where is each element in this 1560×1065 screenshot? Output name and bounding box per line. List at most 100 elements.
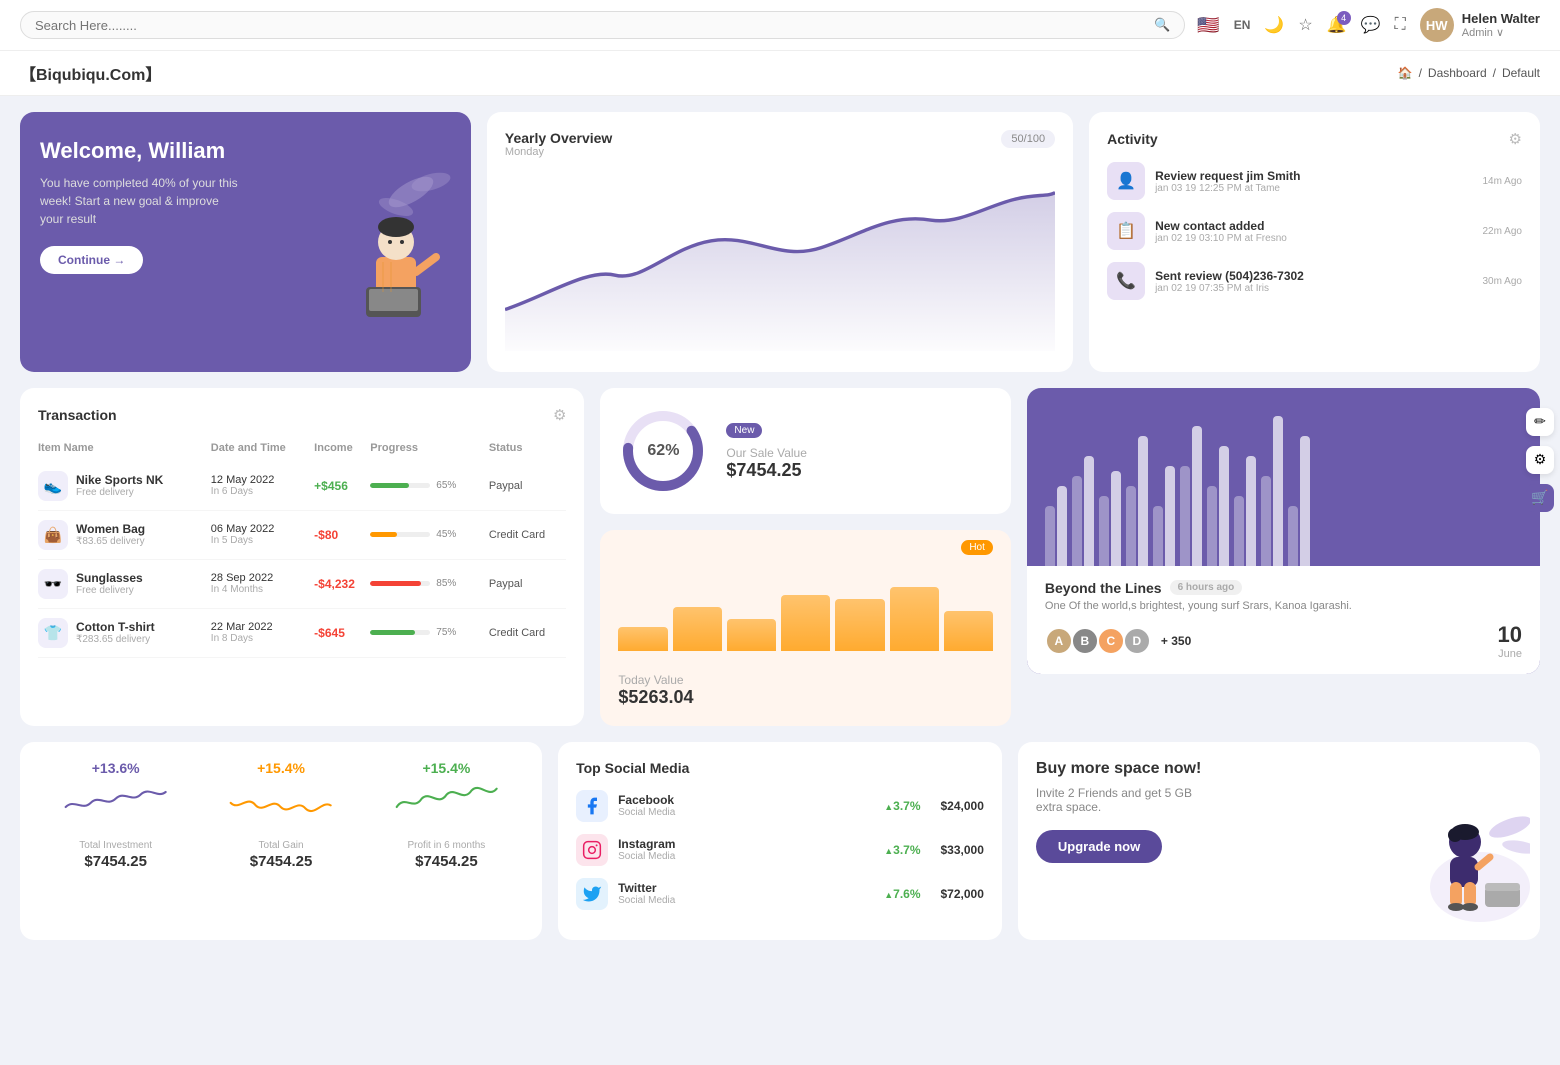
today-value-card: Hot Today Value $5263.04 — [600, 530, 1010, 726]
side-icon-2[interactable]: ⚙ — [1526, 446, 1554, 474]
beyond-date: 10 June — [1498, 622, 1522, 660]
overview-title: Yearly Overview Monday — [505, 130, 612, 168]
sale-value-info: New Our Sale Value $7454.25 — [726, 421, 992, 481]
stat-profit: +15.4% M0,30 C10,15 20,35 30,20 C40,10 5… — [369, 760, 524, 922]
activity-info-1: Review request jim Smith jan 03 19 12:25… — [1155, 169, 1472, 194]
bar-chart-inner — [1027, 388, 1540, 566]
transaction-settings-icon[interactable]: ⚙ — [553, 406, 566, 424]
nav-icons: 🇺🇸 EN 🌙 ☆ 🔔 4 💬 ⛶ HW Helen Walter Admin … — [1197, 8, 1540, 42]
donut-chart: 62% — [618, 406, 708, 496]
col-progress: Progress — [370, 438, 489, 462]
bottom-row: +13.6% M0,30 C10,20 20,35 30,25 C40,15 5… — [20, 742, 1540, 940]
table-row: 👟 Nike Sports NK Free delivery 12 May 20… — [38, 462, 566, 511]
col-income: Income — [314, 438, 370, 462]
overview-header: Yearly Overview Monday 50/100 — [505, 130, 1055, 168]
instagram-amount: $33,000 — [941, 843, 984, 857]
space-desc: Invite 2 Friends and get 5 GB extra spac… — [1036, 786, 1216, 814]
social-item-facebook: Facebook Social Media 3.7% $24,000 — [576, 790, 984, 822]
mid-row: Transaction ⚙ Item Name Date and Time In… — [20, 388, 1540, 726]
breadcrumb-default: Default — [1502, 66, 1540, 80]
space-illustration — [1400, 797, 1530, 930]
lang-label: EN — [1234, 18, 1251, 32]
sparkline-blue: M0,30 C10,20 20,35 30,25 C40,15 50,30 60… — [38, 782, 193, 832]
col-status: Status — [489, 438, 567, 462]
bar-chart-card: Beyond the Lines 6 hours ago One Of the … — [1027, 388, 1540, 674]
bar-group — [1288, 436, 1310, 566]
sparkline-orange: M0,25 C10,35 20,15 30,28 C40,38 50,18 60… — [203, 782, 358, 832]
sale-value-amount: $7454.25 — [726, 460, 992, 481]
twitter-pct: 7.6% — [884, 887, 920, 901]
upgrade-button[interactable]: Upgrade now — [1036, 830, 1162, 863]
separator1: / — [1419, 66, 1422, 80]
yearly-chart — [505, 172, 1055, 351]
activity-item-3: 📞 Sent review (504)236-7302 jan 02 19 07… — [1107, 262, 1522, 300]
activity-item-1: 👤 Review request jim Smith jan 03 19 12:… — [1107, 162, 1522, 200]
beyond-desc: One Of the world,s brightest, young surf… — [1045, 600, 1522, 612]
breadcrumb-dashboard[interactable]: Dashboard — [1428, 66, 1487, 80]
bar-chart-bars — [1045, 406, 1522, 566]
side-icon-3[interactable]: 🛒 — [1526, 484, 1554, 512]
beyond-info: Beyond the Lines 6 hours ago One Of the … — [1027, 566, 1540, 674]
sale-value-card: 62% New Our Sale Value $7454.25 — [600, 388, 1010, 514]
activity-settings-icon[interactable]: ⚙ — [1509, 130, 1522, 148]
buy-space-card: Buy more space now! Invite 2 Friends and… — [1018, 742, 1540, 940]
user-name: Helen Walter — [1462, 11, 1540, 26]
donut-label: 62% — [647, 442, 679, 460]
main-content: Welcome, William You have completed 40% … — [0, 96, 1560, 956]
avatar-4: D — [1123, 627, 1151, 655]
bar-group — [1180, 426, 1202, 566]
home-icon[interactable]: 🏠 — [1398, 66, 1413, 80]
table-row: 👜 Women Bag ₹83.65 delivery 06 May 2022 … — [38, 510, 566, 559]
breadcrumb: 🏠 / Dashboard / Default — [1398, 66, 1540, 80]
space-title: Buy more space now! — [1036, 760, 1522, 778]
avatar: HW — [1420, 8, 1454, 42]
today-bar — [944, 611, 993, 651]
search-icon: 🔍 — [1154, 17, 1170, 33]
today-bar — [673, 607, 722, 651]
bar-group — [1234, 456, 1256, 566]
instagram-pct: 3.7% — [884, 843, 920, 857]
hot-badge: Hot — [961, 540, 993, 555]
today-bar — [781, 595, 830, 651]
twitter-icon — [576, 878, 608, 910]
today-bar — [835, 599, 884, 651]
social-title: Top Social Media — [576, 760, 984, 776]
separator2: / — [1493, 66, 1496, 80]
twitter-info: Twitter Social Media — [618, 881, 675, 906]
social-item-instagram: Instagram Social Media 3.7% $33,000 — [576, 834, 984, 866]
instagram-info: Instagram Social Media — [618, 837, 675, 862]
expand-button[interactable]: ⛶ — [1395, 16, 1406, 34]
messages-button[interactable]: 💬 — [1361, 15, 1381, 35]
social-item-twitter: Twitter Social Media 7.6% $72,000 — [576, 878, 984, 910]
today-bar — [618, 627, 667, 651]
activity-title: Activity — [1107, 131, 1158, 147]
top-row: Welcome, William You have completed 40% … — [20, 112, 1540, 372]
facebook-icon — [576, 790, 608, 822]
activity-info-3: Sent review (504)236-7302 jan 02 19 07:3… — [1155, 269, 1472, 294]
side-icons: ✏ ⚙ 🛒 — [1526, 408, 1554, 512]
activity-header: Activity ⚙ — [1107, 130, 1522, 148]
avatar-2: B — [1071, 627, 1099, 655]
search-bar[interactable]: 🔍 — [20, 11, 1185, 39]
bar-group — [1207, 446, 1229, 566]
activity-info-2: New contact added jan 02 19 03:10 PM at … — [1155, 219, 1472, 244]
welcome-card: Welcome, William You have completed 40% … — [20, 112, 471, 372]
user-menu[interactable]: HW Helen Walter Admin ∨ — [1420, 8, 1540, 42]
search-input[interactable] — [35, 18, 1146, 33]
continue-button[interactable]: Continue → — [40, 246, 143, 274]
avatars-row: A B C D + 350 — [1045, 627, 1191, 655]
activity-thumb-1: 👤 — [1107, 162, 1145, 200]
today-bars — [618, 571, 992, 651]
transaction-table: Item Name Date and Time Income Progress … — [38, 438, 566, 658]
dark-mode-button[interactable]: 🌙 — [1264, 15, 1284, 35]
today-bar — [890, 587, 939, 651]
favorites-button[interactable]: ☆ — [1298, 15, 1312, 35]
side-icon-1[interactable]: ✏ — [1526, 408, 1554, 436]
table-row: 🕶️ Sunglasses Free delivery 28 Sep 2022 … — [38, 559, 566, 608]
col-date: Date and Time — [211, 438, 314, 462]
welcome-illustration — [321, 112, 461, 372]
transaction-title: Transaction — [38, 407, 117, 423]
bar-group — [1126, 436, 1148, 566]
notifications-button[interactable]: 🔔 4 — [1327, 15, 1347, 35]
sparkline-green: M0,30 C10,15 20,35 30,20 C40,10 50,30 60… — [369, 782, 524, 832]
